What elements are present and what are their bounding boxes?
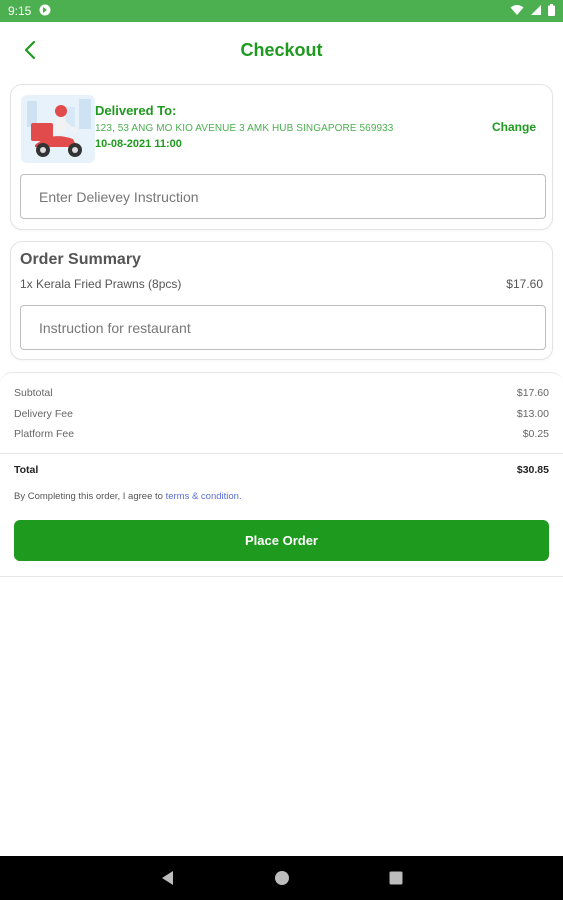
nav-recents-button[interactable]: [384, 866, 408, 890]
app-notification-icon: [39, 4, 51, 19]
total-value: $30.85: [516, 464, 549, 476]
app-header: Checkout: [0, 22, 563, 78]
signal-icon: [530, 4, 542, 19]
delivery-instruction-input[interactable]: [20, 174, 546, 219]
terms-prefix: By Completing this order, I agree to: [14, 491, 166, 502]
divider: [0, 453, 563, 454]
delivery-fee-label: Delivery Fee: [14, 408, 73, 420]
order-summary-title: Order Summary: [20, 251, 141, 268]
status-time: 9:15: [8, 4, 32, 18]
total-label: Total: [14, 464, 39, 476]
platform-fee-label: Platform Fee: [14, 428, 75, 440]
restaurant-instruction-input[interactable]: [20, 305, 546, 350]
triangle-back-icon: [161, 871, 173, 885]
back-button[interactable]: [16, 36, 44, 64]
page-title: Checkout: [240, 39, 323, 60]
battery-icon: [548, 3, 555, 19]
terms-text: By Completing this order, I agree to ter…: [14, 491, 242, 502]
subtotal-label: Subtotal: [14, 387, 53, 399]
order-item-price: $17.60: [506, 277, 543, 291]
delivery-fee-row: Delivery Fee $13.00: [14, 408, 549, 424]
delivery-address: 123, 53 ANG MO KIO AVENUE 3 AMK HUB SING…: [95, 123, 394, 134]
nav-back-button[interactable]: [156, 866, 180, 890]
nav-home-button[interactable]: [270, 866, 294, 890]
navigation-bar: [0, 856, 563, 900]
total-row: Total $30.85: [14, 464, 549, 476]
chevron-left-icon: [24, 40, 36, 60]
place-order-button[interactable]: Place Order: [14, 520, 549, 561]
order-item-name: 1x Kerala Fried Prawns (8pcs): [20, 277, 182, 291]
delivered-to-label: Delivered To:: [95, 103, 177, 118]
square-recents-icon: [389, 871, 402, 885]
platform-fee-value: $0.25: [522, 428, 549, 440]
wifi-icon: [510, 4, 524, 19]
platform-fee-row: Platform Fee $0.25: [14, 428, 549, 444]
order-summary-card: Order Summary 1x Kerala Fried Prawns (8p…: [10, 241, 553, 360]
delivery-datetime: 10-08-2021 11:00: [95, 138, 182, 150]
status-bar: 9:15: [0, 0, 563, 22]
subtotal-row: Subtotal $17.60: [14, 387, 549, 403]
circle-home-icon: [274, 871, 289, 885]
totals-panel: Subtotal $17.60 Delivery Fee $13.00 Plat…: [0, 372, 563, 577]
delivery-scooter-illustration: [21, 95, 95, 163]
subtotal-value: $17.60: [516, 387, 549, 399]
delivery-fee-value: $13.00: [516, 408, 549, 420]
terms-link[interactable]: terms & condition.: [166, 491, 242, 502]
change-address-button[interactable]: Change: [492, 120, 536, 134]
delivery-card: Delivered To: 123, 53 ANG MO KIO AVENUE …: [10, 84, 553, 230]
